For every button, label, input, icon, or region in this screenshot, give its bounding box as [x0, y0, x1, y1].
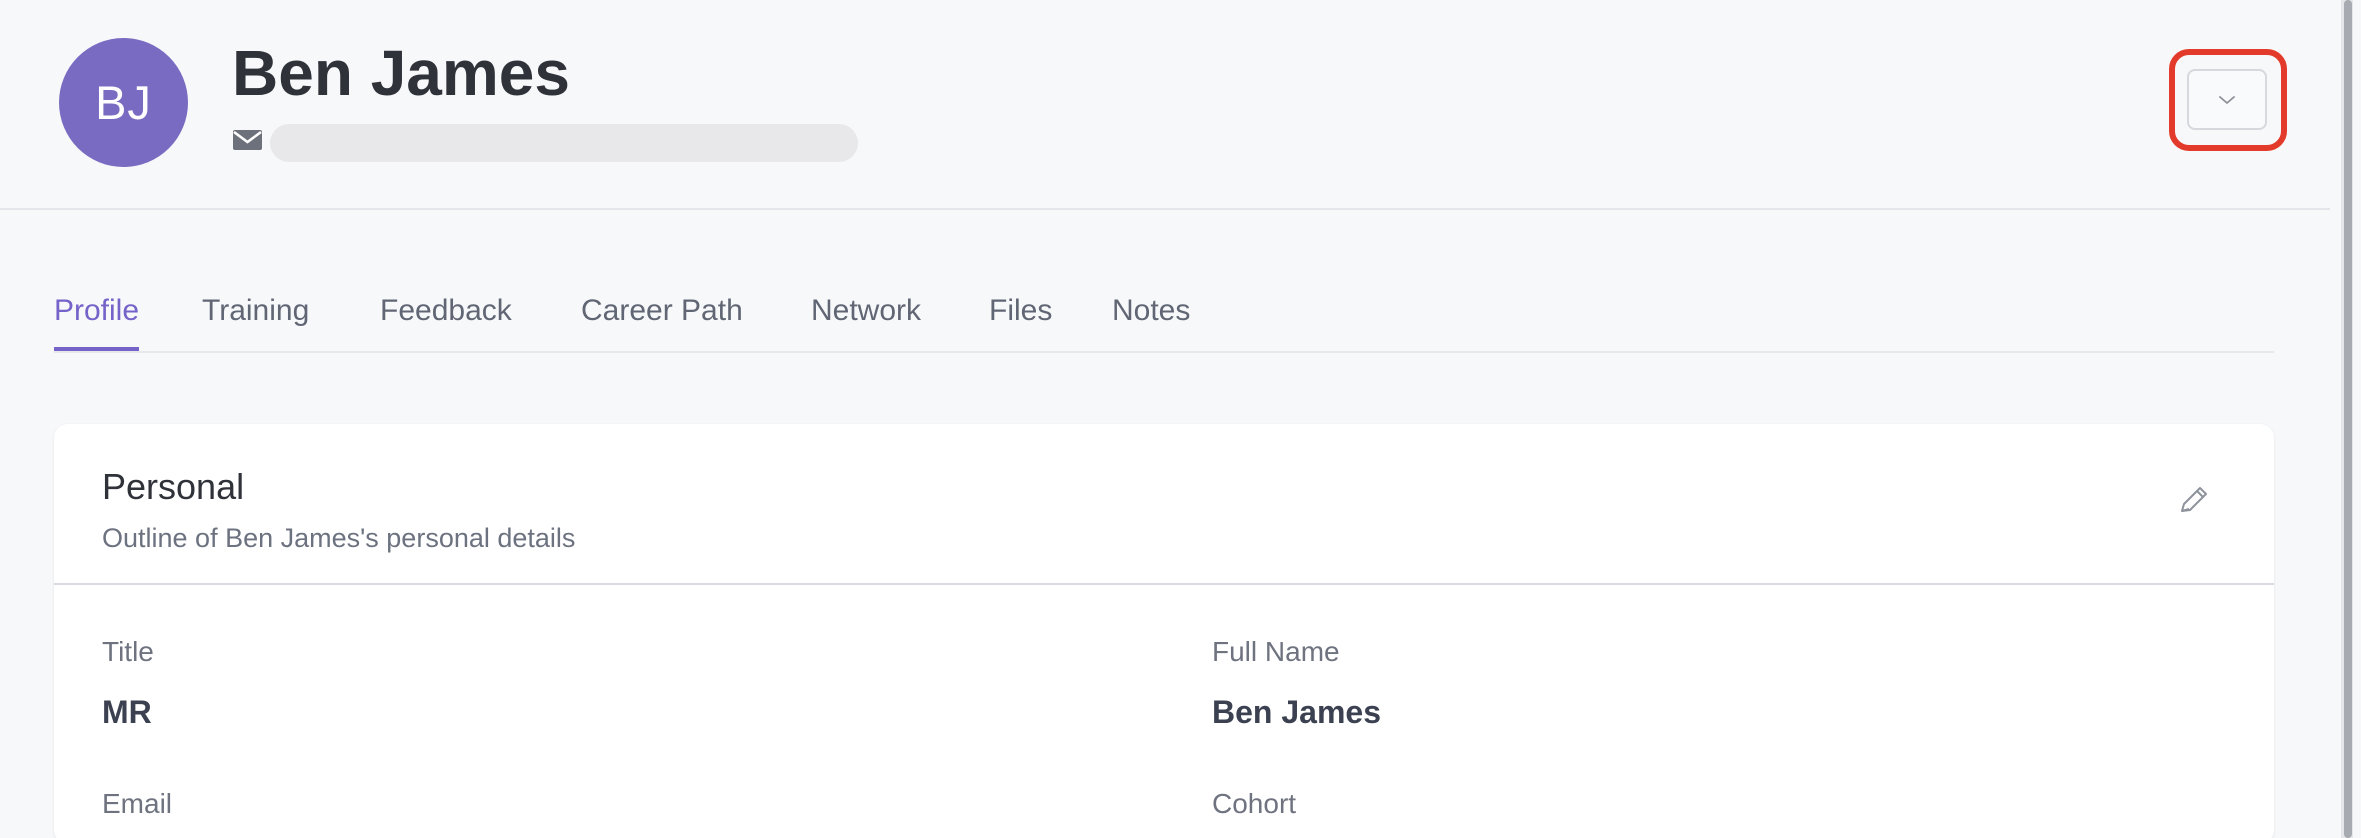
vertical-scrollbar-thumb[interactable]: [2344, 0, 2352, 838]
tab-profile[interactable]: Profile: [54, 287, 140, 351]
profile-tabs: Profile Training Feedback Career Path Ne…: [54, 287, 2274, 353]
avatar-initials: BJ: [95, 76, 152, 129]
title-value: MR: [102, 694, 152, 730]
tab-network[interactable]: Network: [811, 287, 921, 349]
title-label: Title: [102, 636, 154, 667]
personal-details-card: Personal Outline of Ben James's personal…: [54, 424, 2274, 838]
profile-header: BJ Ben James: [0, 0, 2330, 210]
cohort-label: Cohort: [1212, 788, 1297, 819]
full-name-value: Ben James: [1212, 694, 1381, 730]
tab-training[interactable]: Training: [202, 287, 309, 349]
tab-feedback[interactable]: Feedback: [380, 287, 512, 349]
full-name-label: Full Name: [1212, 636, 1340, 667]
mail-icon: [233, 130, 262, 150]
email-label: Email: [102, 788, 173, 819]
profile-actions-dropdown-button[interactable]: [2187, 69, 2267, 130]
chevron-down-icon: [2219, 95, 2235, 104]
personal-card-subtitle: Outline of Ben James's personal details: [102, 523, 576, 553]
email-value-redacted: [270, 124, 858, 162]
personal-card-header: Personal Outline of Ben James's personal…: [54, 424, 2274, 585]
employee-profile-page: BJ Ben James Profile Training Feedback C…: [0, 0, 2361, 838]
profile-name: Ben James: [232, 37, 570, 109]
personal-card-title: Personal: [102, 466, 245, 507]
avatar: BJ: [59, 38, 188, 167]
tab-files[interactable]: Files: [989, 287, 1052, 349]
tab-notes[interactable]: Notes: [1112, 287, 1190, 349]
tab-career-path[interactable]: Career Path: [581, 287, 743, 349]
pencil-icon[interactable]: [2172, 480, 2214, 522]
